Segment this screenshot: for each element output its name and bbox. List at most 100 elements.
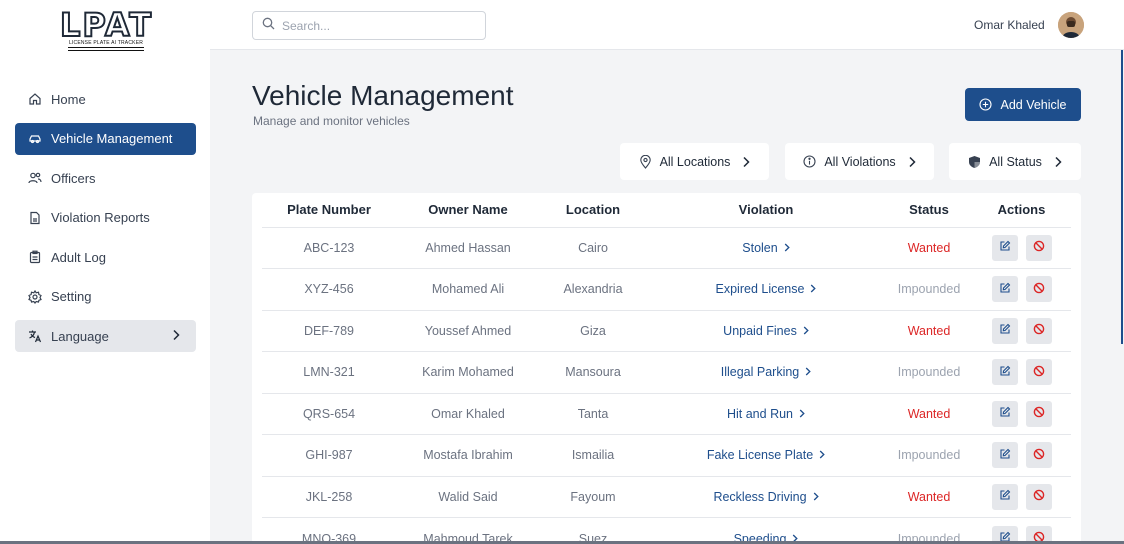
violation-link[interactable]: Fake License Plate: [707, 448, 813, 462]
edit-button[interactable]: [991, 234, 1018, 261]
violation-link[interactable]: Unpaid Fines: [723, 324, 797, 338]
home-icon: [28, 92, 42, 106]
avatar[interactable]: [1058, 12, 1084, 38]
status-cell: Wanted: [886, 309, 972, 352]
actions-cell: [972, 434, 1071, 476]
table-row[interactable]: JKL-258 Walid Said Fayoum Reckless Driving W…: [262, 475, 1071, 518]
app-logo[interactable]: LPAT LICENSE PLATE AI TRACKER: [59, 8, 152, 54]
plate-number-cell: DEF-789: [262, 309, 396, 352]
block-button[interactable]: [1025, 483, 1052, 510]
table-row[interactable]: GHI-987 Mostafa Ibrahim Ismailia Fake Licen…: [262, 434, 1071, 476]
scrollbar[interactable]: [1121, 50, 1123, 344]
violation-link[interactable]: Illegal Parking: [721, 365, 800, 379]
location-cell: Fayoum: [540, 475, 646, 518]
plate-number-cell: JKL-258: [262, 475, 396, 518]
chevron-right-icon: [1054, 156, 1062, 168]
search-input[interactable]: [282, 18, 462, 33]
actions-cell: [972, 351, 1071, 393]
logo-plate-graphic: [68, 47, 144, 51]
status-filter-label: All Status: [989, 154, 1042, 169]
owner-name-cell: Mostafa Ibrahim: [396, 434, 540, 476]
chevron-right-icon: [803, 324, 809, 338]
chevron-right-icon: [172, 329, 180, 344]
column-header-plate[interactable]: Plate Number: [262, 193, 396, 227]
column-header-violation[interactable]: Violation: [646, 193, 886, 227]
violation-link[interactable]: Reckless Driving: [713, 490, 806, 504]
violation-filter-label: All Violations: [824, 154, 896, 169]
actions-cell: [972, 309, 1071, 352]
chevron-right-icon: [784, 241, 790, 255]
chevron-right-icon: [810, 282, 817, 296]
owner-name-cell: Omar Khaled: [396, 392, 540, 435]
add-vehicle-button[interactable]: Add Vehicle: [965, 88, 1081, 121]
sidebar-item-home[interactable]: Home: [15, 83, 196, 115]
sidebar-item-adult-log[interactable]: Adult Log: [15, 241, 196, 273]
document-icon: [28, 211, 42, 225]
violation-cell[interactable]: Reckless Driving: [646, 475, 886, 518]
table-row[interactable]: XYZ-456 Mohamed Ali Alexandria Expired Lice…: [262, 268, 1071, 310]
table-row[interactable]: DEF-789 Youssef Ahmed Giza Unpaid Fines Want…: [262, 309, 1071, 352]
user-name[interactable]: Omar Khaled: [974, 18, 1045, 32]
status-cell: Wanted: [886, 226, 972, 269]
violation-cell[interactable]: Unpaid Fines: [646, 309, 886, 352]
status-filter[interactable]: All Status: [949, 143, 1081, 180]
clipboard-icon: [28, 250, 42, 264]
table-row[interactable]: ABC-123 Ahmed Hassan Cairo Stolen Wanted: [262, 226, 1071, 269]
sidebar-item-setting[interactable]: Setting: [15, 281, 196, 313]
edit-button[interactable]: [991, 359, 1018, 386]
block-button[interactable]: [1025, 442, 1052, 469]
location-cell: Alexandria: [540, 268, 646, 310]
users-icon: [28, 171, 42, 185]
chevron-right-icon: [908, 156, 916, 168]
violation-cell[interactable]: Illegal Parking: [646, 351, 886, 393]
violation-cell[interactable]: Hit and Run: [646, 392, 886, 435]
table-row[interactable]: LMN-321 Karim Mohamed Mansoura Illegal Park…: [262, 351, 1071, 393]
status-cell: Impounded: [886, 268, 972, 310]
violation-link[interactable]: Hit and Run: [727, 407, 793, 421]
violation-cell[interactable]: Expired License: [646, 268, 886, 310]
sidebar-item-violation-reports[interactable]: Violation Reports: [15, 202, 196, 234]
sidebar-item-label: Setting: [51, 289, 92, 304]
actions-cell: [972, 226, 1071, 269]
violation-filter[interactable]: All Violations: [785, 143, 934, 180]
sidebar-item-language[interactable]: Language: [15, 320, 196, 352]
status-cell: Impounded: [886, 351, 972, 393]
edit-icon: [999, 448, 1011, 463]
violation-cell[interactable]: Stolen: [646, 226, 886, 269]
column-header-location[interactable]: Location: [540, 193, 646, 227]
sidebar-item-officers[interactable]: Officers: [15, 162, 196, 194]
chevron-right-icon: [819, 448, 825, 462]
map-pin-icon: [639, 154, 652, 169]
block-button[interactable]: [1025, 359, 1052, 386]
violation-link[interactable]: Stolen: [742, 241, 777, 255]
shield-icon: [968, 155, 981, 169]
block-button[interactable]: [1025, 234, 1052, 261]
block-button[interactable]: [1025, 317, 1052, 344]
status-cell: Impounded: [886, 434, 972, 476]
plus-circle-icon: [979, 98, 993, 111]
edit-button[interactable]: [991, 400, 1018, 427]
sidebar-item-vehicle-management[interactable]: Vehicle Management: [15, 122, 196, 155]
block-button[interactable]: [1025, 276, 1052, 303]
edit-icon: [999, 365, 1011, 380]
search-box[interactable]: [252, 11, 486, 40]
block-button[interactable]: [1025, 400, 1052, 427]
edit-button[interactable]: [991, 442, 1018, 469]
edit-icon: [999, 489, 1011, 504]
location-filter[interactable]: All Locations: [620, 143, 769, 180]
gear-icon: [28, 289, 42, 304]
edit-icon: [999, 406, 1011, 421]
edit-button[interactable]: [991, 317, 1018, 344]
edit-button[interactable]: [991, 276, 1018, 303]
owner-name-cell: Walid Said: [396, 475, 540, 518]
location-filter-label: All Locations: [659, 154, 731, 169]
edit-button[interactable]: [991, 483, 1018, 510]
plate-number-cell: ABC-123: [262, 226, 396, 269]
table-row[interactable]: QRS-654 Omar Khaled Tanta Hit and Run Wanted: [262, 392, 1071, 435]
column-header-owner[interactable]: Owner Name: [396, 193, 540, 227]
violation-cell[interactable]: Fake License Plate: [646, 434, 886, 476]
column-header-status[interactable]: Status: [886, 193, 972, 227]
violation-link[interactable]: Expired License: [716, 282, 805, 296]
table-header-row: Plate Number Owner Name Location Violati…: [262, 193, 1071, 227]
owner-name-cell: Youssef Ahmed: [396, 309, 540, 352]
